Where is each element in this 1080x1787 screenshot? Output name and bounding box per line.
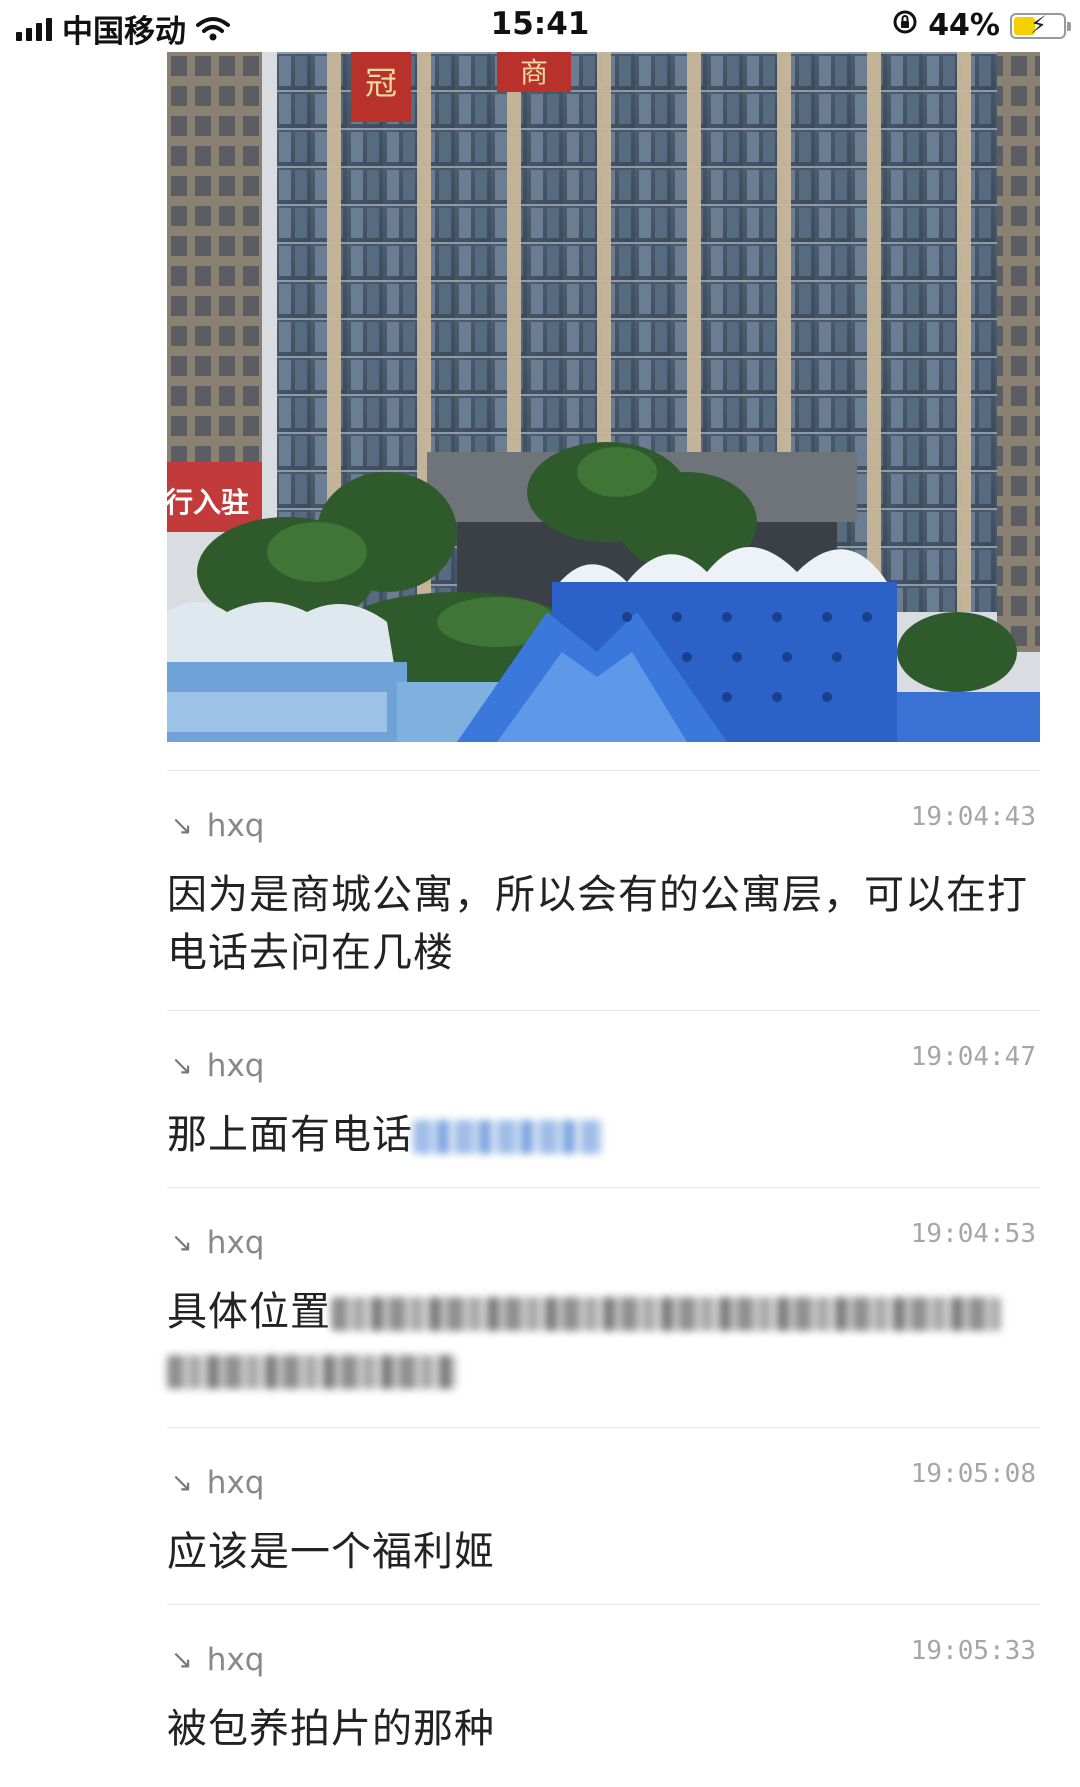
comment-timestamp: 19:04:47 [910,1042,1036,1072]
comment-item[interactable]: ↘ hxq 19:04:47 那上面有电话 [167,1042,1040,1164]
status-bar: 中国移动 15:41 44% ⚡ [0,0,1080,52]
comment-item[interactable]: ↘ hxq 19:04:43 因为是商城公寓，所以会有的公寓层，可以在打电话去问… [167,802,1040,982]
comment-username: hxq [206,1048,265,1084]
divider [167,1427,1040,1428]
comment-author[interactable]: ↘ hxq [171,808,264,844]
comment-author[interactable]: ↘ hxq [171,1465,264,1501]
divider [167,1187,1040,1188]
comment-timestamp: 19:05:08 [910,1459,1036,1489]
post-photo[interactable]: 冠 商 行入驻 [167,52,1040,742]
reply-arrow-icon: ↘ [171,811,193,841]
comment-author[interactable]: ↘ hxq [171,1225,264,1261]
sign-text: 行入驻 [167,486,249,519]
comment-username: hxq [206,1225,265,1261]
banner-text-2: 商 [520,56,548,89]
comment-text: 因为是商城公寓，所以会有的公寓层，可以在打电话去问在几楼 [167,872,1028,976]
comment-text-visible: 那上面有电话 [167,1112,413,1158]
divider [167,1010,1040,1011]
comment-item[interactable]: ↘ hxq 19:05:08 应该是一个福利姬 [167,1459,1040,1581]
reply-arrow-icon: ↘ [171,1468,193,1498]
building-scene-image: 冠 商 行入驻 [167,52,1040,742]
status-right: 44% ⚡ [892,8,1071,43]
comment-text: 具体位置 [167,1283,1040,1399]
comment-timestamp: 19:04:53 [910,1219,1036,1249]
banner-text-1: 冠 [365,64,397,102]
comment-username: hxq [206,808,265,844]
reply-arrow-icon: ↘ [171,1228,193,1258]
comment-author[interactable]: ↘ hxq [171,1642,264,1678]
comment-item[interactable]: ↘ hxq 19:04:53 具体位置 [167,1219,1040,1399]
redacted-address [167,1355,457,1389]
redacted-address [331,1297,1001,1331]
comment-text-visible: 具体位置 [167,1289,331,1335]
redacted-phone-number [413,1120,603,1154]
divider [167,770,1040,771]
comment-timestamp: 19:05:33 [910,1636,1036,1666]
comment-timestamp: 19:04:43 [910,802,1036,832]
battery-charging-icon: ⚡ [1010,11,1071,39]
battery-percent: 44% [928,8,1000,43]
divider [167,1604,1040,1605]
comment-username: hxq [206,1465,265,1501]
comment-username: hxq [206,1642,265,1678]
comment-text: 被包养拍片的那种 [167,1706,495,1752]
comment-text: 应该是一个福利姬 [167,1529,495,1575]
comment-item[interactable]: ↘ hxq 19:05:33 被包养拍片的那种 [167,1636,1040,1758]
reply-arrow-icon: ↘ [171,1645,193,1675]
orientation-lock-icon [892,8,918,43]
reply-arrow-icon: ↘ [171,1051,193,1081]
comment-text: 那上面有电话 [167,1106,1040,1164]
comment-author[interactable]: ↘ hxq [171,1048,264,1084]
